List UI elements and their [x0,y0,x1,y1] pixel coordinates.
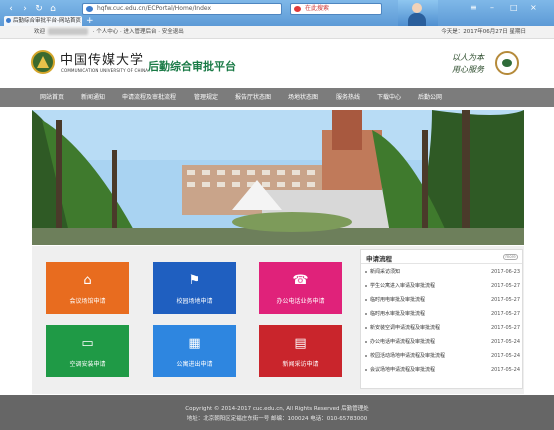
newspaper-icon: ▤ [294,336,307,351]
maximize-icon[interactable]: □ [510,3,518,12]
date-text: 今天是：2017年06月27日 星期日 [441,29,526,35]
notice-item-date: 2017-06-23 [490,269,520,275]
application-process-box: 申请流程 more 新闻采访须知 2017-06-23 学生公寓进入审请及审批流程… [360,249,523,389]
tile-apartment-access[interactable]: ▦ 公寓进出申请 [153,325,236,377]
notice-item-date: 2017-05-27 [490,297,520,303]
system-title: 后勤综合审批平台 [148,60,236,73]
welcome-text: 欢迎 [34,29,46,35]
nav-item-rules[interactable]: 管理规定 [194,88,218,107]
notice-item[interactable]: 校园活动场地申请流程及审批流程 2017-05-24 [365,350,520,363]
browser-tab[interactable]: 后勤综合审批平台-网站首页 × [4,16,82,26]
notice-item-title: 会议场地申请流程及审批流程 [370,367,436,373]
back-arrow-icon[interactable]: ‹ [6,4,16,14]
menu-icon[interactable]: ≡ [470,3,477,12]
apartment-icon: ▦ [188,336,201,351]
address-text: hqfw.cuc.edu.cn/ECPortal/Home/Index [97,5,212,12]
site-footer: Copyright © 2014-2017 cuc.edu.cn, All Ri… [0,395,554,430]
service-badge-logo [495,51,519,75]
search-placeholder: 在此搜索 [305,5,330,12]
tile-label: 办公电话业务申请 [276,298,325,305]
tile-label: 新闻采访申请 [282,361,319,368]
user-name-blurred [48,28,89,35]
refresh-icon[interactable]: ↻ [34,4,44,14]
home-icon[interactable]: ⌂ [48,4,58,14]
notice-item[interactable]: 临时用水审批及审批流程 2017-05-27 [365,308,520,321]
tab-title: 后勤综合审批平台-网站首页 [13,18,81,24]
notice-header: 申请流程 more [361,250,522,264]
main-nav: 网站首页 新闻通知 申请流程及审批流程 管理规定 报告厅状态图 场地状态图 服务… [0,88,554,107]
notice-item[interactable]: 新闻采访须知 2017-06-23 [365,266,520,279]
search-engine-icon [294,6,301,12]
minimize-icon[interactable]: – [490,3,494,12]
site-icon [86,6,93,12]
motto-line-1: 以人为本 [452,53,484,62]
new-tab-button[interactable]: + [86,16,94,26]
notice-title: 申请流程 [366,255,392,263]
nav-item-downloads[interactable]: 下载中心 [377,88,401,107]
address-bar[interactable]: hqfw.cuc.edu.cn/ECPortal/Home/Index [82,3,282,15]
notice-item-title: 新安装空调申请流程及审批流程 [370,325,441,331]
logout-link[interactable]: 安全退出 [162,29,184,35]
notice-item-title: 校园活动场地申请流程及审批流程 [370,353,446,359]
notice-item-date: 2017-05-27 [490,311,520,317]
tile-label: 会议场馆申请 [69,298,106,305]
notice-item-title: 临时用水审批及审批流程 [370,311,426,317]
nav-item-hall-status[interactable]: 报告厅状态图 [235,88,271,107]
notice-item[interactable]: 会议场地申请流程及审批流程 2017-05-24 [365,364,520,377]
motto-line-2: 用心服务 [452,65,484,74]
air-conditioner-icon: ▭ [81,336,94,351]
nav-item-process[interactable]: 申请流程及审批流程 [122,88,176,107]
tile-campus-venue[interactable]: ⚑ 校园场地申请 [153,262,236,314]
telephone-icon: ☎ [292,273,309,288]
school-name-en: COMMUNICATION UNIVERSITY OF CHINA [61,68,149,73]
notice-item-date: 2017-05-27 [490,283,520,289]
tab-favicon-icon [6,18,11,23]
nav-item-home[interactable]: 网站首页 [40,88,64,107]
browser-toolbar: ‹ › ↻ ⌂ hqfw.cuc.edu.cn/ECPortal/Home/In… [0,0,554,26]
notice-item-title: 新闻采访须知 [370,269,401,275]
more-button[interactable]: more [503,254,518,260]
nav-item-venue-status[interactable]: 场地状态图 [288,88,318,107]
close-window-icon[interactable]: × [530,3,537,12]
browser-search-box[interactable]: 在此搜索 [290,3,382,15]
school-name-cn: 中国传媒大学 [60,53,145,68]
notice-item-title: 办公电话申请流程及审批流程 [370,339,436,345]
notice-item[interactable]: 办公电话申请流程及审批流程 2017-05-24 [365,336,520,349]
tile-label: 空调安装申请 [69,361,106,368]
building-icon: ⌂ [83,273,92,288]
notice-item-date: 2017-05-24 [490,339,520,345]
notice-item-title: 学生公寓进入审请及审批流程 [370,283,436,289]
campus-banner-image [32,110,524,245]
forward-arrow-icon[interactable]: › [20,4,30,14]
notice-item-date: 2017-05-24 [490,367,520,373]
address-text: 地址：北京朝阳区定福庄东街一号 邮编：100024 电话：010-6578300… [186,416,368,422]
notice-item[interactable]: 新安装空调申请流程及审批流程 2017-05-27 [365,322,520,335]
copyright-text: Copyright © 2014-2017 cuc.edu.cn, All Ri… [185,406,369,412]
admin-backend-link[interactable]: 进入管理后台 [124,29,157,35]
notice-item[interactable]: 临时用电审批及审批流程 2017-05-27 [365,294,520,307]
school-logo[interactable] [31,50,55,74]
tile-office-phone[interactable]: ☎ 办公电话业务申请 [259,262,342,314]
flag-icon: ⚑ [188,273,201,288]
nav-item-public-site[interactable]: 后勤公网 [418,88,442,107]
notice-item-date: 2017-05-24 [490,353,520,359]
site-top-bar: 欢迎 · 个人中心 · 进入管理后台 · 安全退出 今天是：2017年06月27… [0,26,554,39]
nav-item-news[interactable]: 新闻通知 [81,88,105,107]
tile-label: 公寓进出申请 [176,361,213,368]
tab-close-icon[interactable]: × [75,16,80,26]
motto: 以人为本 用心服务 [452,52,484,76]
tile-air-conditioner[interactable]: ▭ 空调安装申请 [46,325,129,377]
notice-item[interactable]: 学生公寓进入审请及审批流程 2017-05-27 [365,280,520,293]
notice-item-date: 2017-05-27 [490,325,520,331]
personal-center-link[interactable]: 个人中心 [96,29,118,35]
browser-promo-image [398,0,438,26]
notice-item-title: 临时用电审批及审批流程 [370,297,426,303]
tile-news-interview[interactable]: ▤ 新闻采访申请 [259,325,342,377]
nav-item-hotline[interactable]: 服务热线 [336,88,360,107]
tile-conference-venue[interactable]: ⌂ 会议场馆申请 [46,262,129,314]
tile-label: 校园场地申请 [176,298,213,305]
